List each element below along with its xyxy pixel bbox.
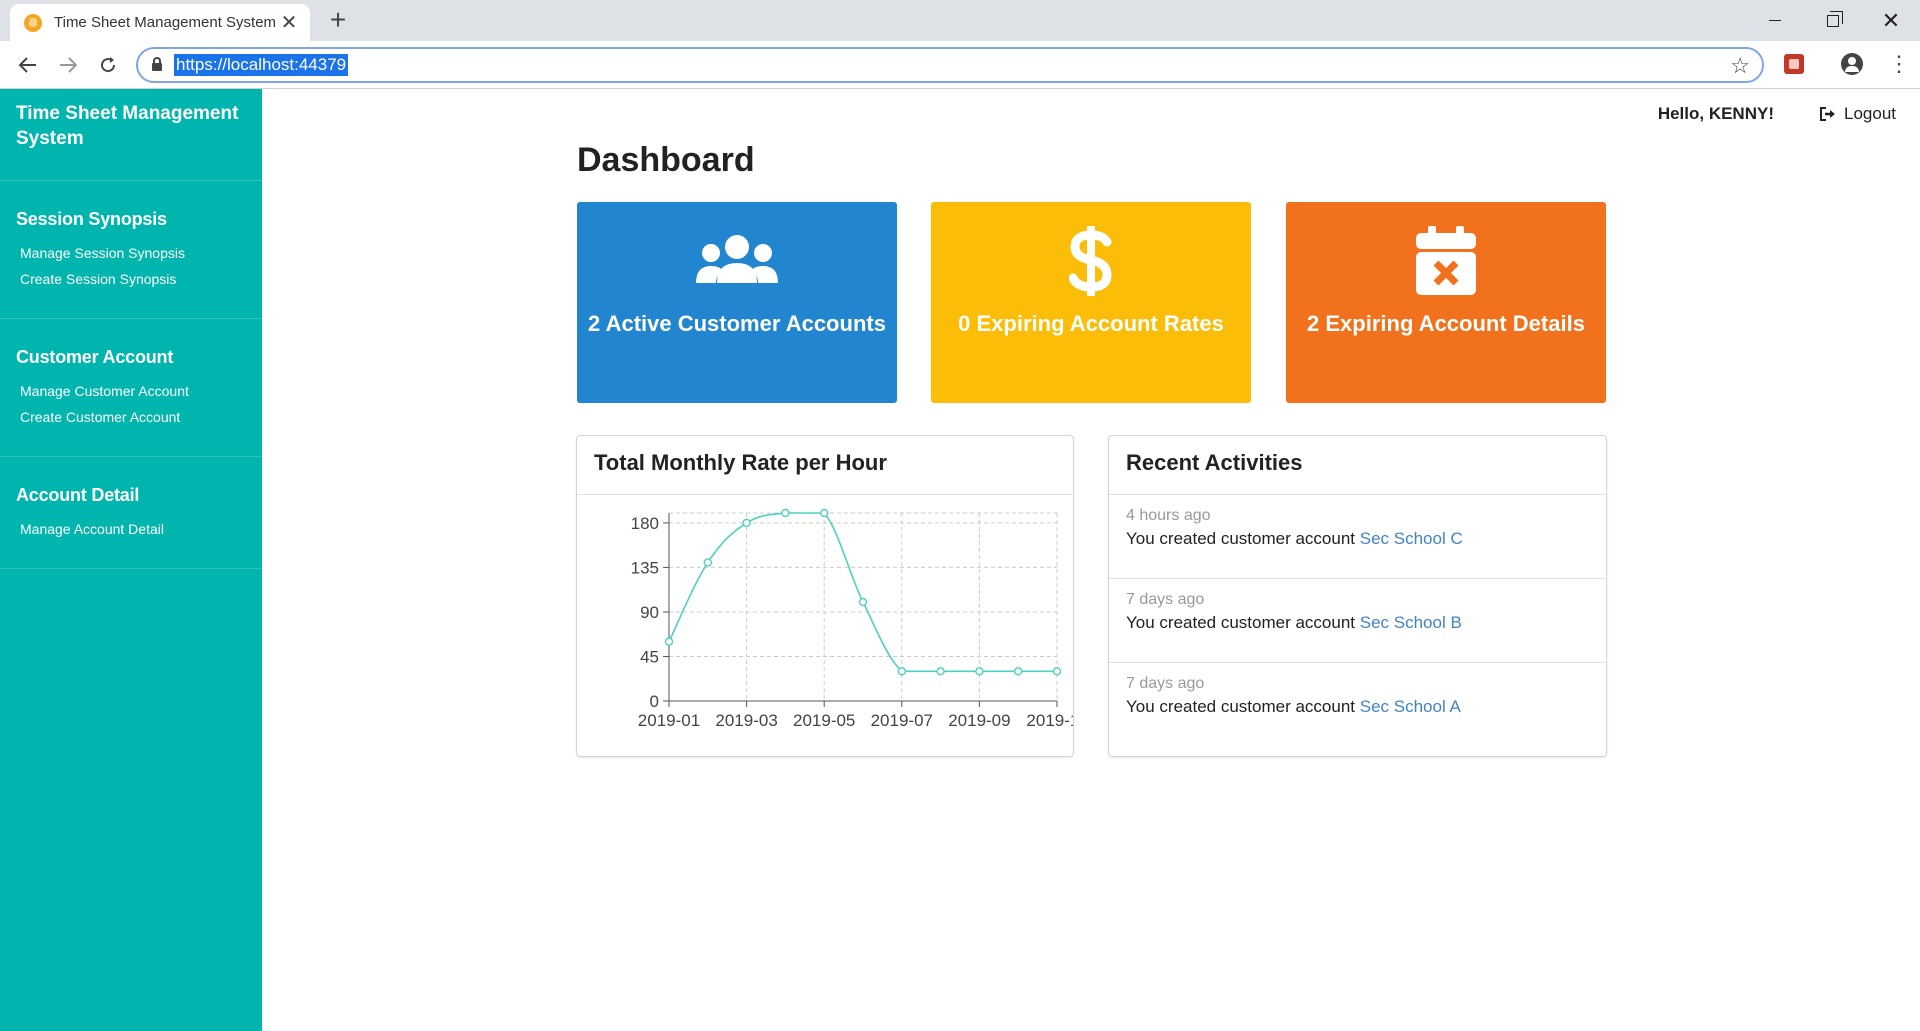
arrow-right-icon — [60, 57, 77, 73]
activity-time: 4 hours ago — [1126, 507, 1211, 524]
data-point — [936, 667, 945, 676]
sidebar-heading: Customer Account — [16, 347, 174, 367]
data-point — [858, 597, 868, 607]
x-tick-label: 2019-09 — [948, 711, 1010, 730]
main-content: Hello, KENNY! Logout Dashboard 2 Active … — [262, 89, 1920, 1031]
url-text[interactable]: https://localhost:44379 — [174, 54, 349, 76]
close-tab-icon[interactable]: ✕ — [278, 12, 300, 34]
extension-icon[interactable] — [1784, 54, 1804, 74]
series-line — [668, 512, 1057, 673]
reload-button[interactable] — [92, 49, 124, 81]
restore-icon — [1827, 10, 1843, 27]
arrow-left-icon — [19, 57, 36, 73]
stat-card-expiring-account-rates[interactable]: 0 Expiring Account Rates — [931, 202, 1251, 403]
close-window-button[interactable]: ✕ — [1862, 0, 1920, 41]
list-item: 4 hours ago You created customer account… — [1109, 495, 1606, 579]
data-point — [975, 667, 984, 676]
user-greeting: Hello, KENNY! — [1657, 104, 1774, 123]
stat-card-active-customer-accounts[interactable]: 2 Active Customer Accounts — [577, 202, 897, 403]
data-point — [703, 558, 713, 567]
data-point — [1014, 667, 1023, 676]
calendar-times-icon — [1415, 226, 1477, 296]
data-point — [781, 508, 790, 518]
activity-text: You created customer account Sec School … — [1126, 697, 1589, 717]
sidebar-section-session-synopsis: Session Synopsis Manage Session Synopsis… — [0, 181, 262, 319]
x-tick-label: 2019-01 — [638, 711, 700, 730]
stat-card-expiring-account-details[interactable]: 2 Expiring Account Details — [1286, 202, 1606, 403]
activity-description: You created customer account — [1126, 529, 1356, 548]
x-tick-label: 2019-11 — [1026, 711, 1073, 730]
stat-label: 2 Expiring Account Details — [1307, 311, 1585, 336]
activity-link[interactable]: Sec School B — [1360, 613, 1462, 632]
sidebar-heading: Session Synopsis — [16, 209, 167, 229]
forward-button[interactable] — [52, 49, 84, 81]
data-point — [664, 637, 674, 646]
chart-panel-title: Total Monthly Rate per Hour — [577, 436, 1073, 495]
logout-label: Logout — [1844, 104, 1896, 123]
sidebar-item-create-customer-account[interactable]: Create Customer Account — [0, 404, 262, 430]
x-tick-label: 2019-07 — [871, 711, 933, 730]
browser-tabstrip: Time Sheet Management System ✕ + ✕ — [0, 0, 1920, 41]
sidebar-section-account-detail: Account Detail Manage Account Detail — [0, 457, 262, 569]
minimize-icon — [1769, 19, 1781, 22]
y-tick-label: 90 — [640, 603, 659, 622]
sidebar-item-manage-session-synopsis[interactable]: Manage Session Synopsis — [0, 240, 262, 266]
y-tick-label: 180 — [631, 514, 659, 533]
app-brand[interactable]: Time Sheet Management System — [0, 89, 262, 181]
data-point — [1052, 667, 1062, 676]
y-tick-label: 45 — [640, 647, 659, 666]
address-bar[interactable]: https://localhost:44379 ☆ — [136, 47, 1764, 83]
tab-title: Time Sheet Management System — [54, 14, 277, 31]
reload-icon — [101, 57, 116, 73]
sidebar: Time Sheet Management System Session Syn… — [0, 89, 262, 1031]
data-point — [897, 667, 906, 676]
user-header: Hello, KENNY! Logout — [1658, 104, 1896, 124]
data-point — [742, 518, 751, 528]
activity-time: 7 days ago — [1126, 591, 1205, 608]
dollar-icon — [1069, 226, 1113, 296]
sidebar-heading: Account Detail — [16, 485, 140, 505]
activity-text: You created customer account Sec School … — [1126, 529, 1589, 549]
browser-menu-icon[interactable]: ⋮ — [1888, 53, 1910, 75]
activity-panel-title: Recent Activities — [1109, 436, 1606, 495]
profile-icon[interactable] — [1841, 53, 1863, 75]
activity-link[interactable]: Sec School C — [1360, 529, 1463, 548]
sign-out-icon — [1820, 107, 1835, 121]
activity-link[interactable]: Sec School A — [1360, 697, 1461, 716]
monthly-rate-line-chart: 0 45 90 135 180 2019-01 2019-03 2019-05 2019-07 2… — [631, 508, 1088, 730]
logout-button[interactable]: Logout — [1820, 104, 1896, 124]
stat-label: 0 Expiring Account Rates — [958, 311, 1224, 336]
bookmark-star-icon[interactable]: ☆ — [1730, 53, 1750, 79]
recent-activities-panel: Recent Activities 4 hours ago You create… — [1108, 435, 1607, 757]
back-button[interactable] — [12, 49, 44, 81]
activity-text: You created customer account Sec School … — [1126, 613, 1589, 633]
x-tick-label: 2019-03 — [715, 711, 777, 730]
data-point — [819, 508, 829, 518]
lock-icon — [152, 57, 162, 71]
stat-label: 2 Active Customer Accounts — [588, 311, 886, 336]
users-icon — [694, 226, 780, 296]
chart-panel: Total Monthly Rate per Hour 0 45 90 135 180 2… — [576, 435, 1088, 757]
restore-window-button[interactable] — [1804, 0, 1862, 41]
minimize-window-button[interactable] — [1746, 0, 1804, 41]
sidebar-item-manage-customer-account[interactable]: Manage Customer Account — [0, 378, 262, 404]
x-tick-label: 2019-05 — [793, 711, 855, 730]
sidebar-item-manage-account-detail[interactable]: Manage Account Detail — [0, 516, 262, 542]
y-tick-label: 135 — [631, 558, 659, 577]
activity-description: You created customer account — [1126, 613, 1356, 632]
activity-time: 7 days ago — [1126, 675, 1205, 692]
list-item: 7 days ago You created customer account … — [1109, 579, 1606, 663]
browser-toolbar: https://localhost:44379 ☆ ⋮ — [0, 41, 1920, 89]
sidebar-item-create-session-synopsis[interactable]: Create Session Synopsis — [0, 266, 262, 292]
page-title: Dashboard — [577, 141, 755, 179]
list-item: 7 days ago You created customer account … — [1109, 663, 1606, 747]
app-favicon-icon — [24, 13, 42, 32]
sidebar-section-customer-account: Customer Account Manage Customer Account… — [0, 319, 262, 457]
activity-description: You created customer account — [1126, 697, 1356, 716]
browser-tab[interactable]: Time Sheet Management System ✕ — [10, 4, 310, 41]
new-tab-button[interactable]: + — [324, 6, 352, 34]
y-tick-label: 0 — [650, 692, 659, 711]
